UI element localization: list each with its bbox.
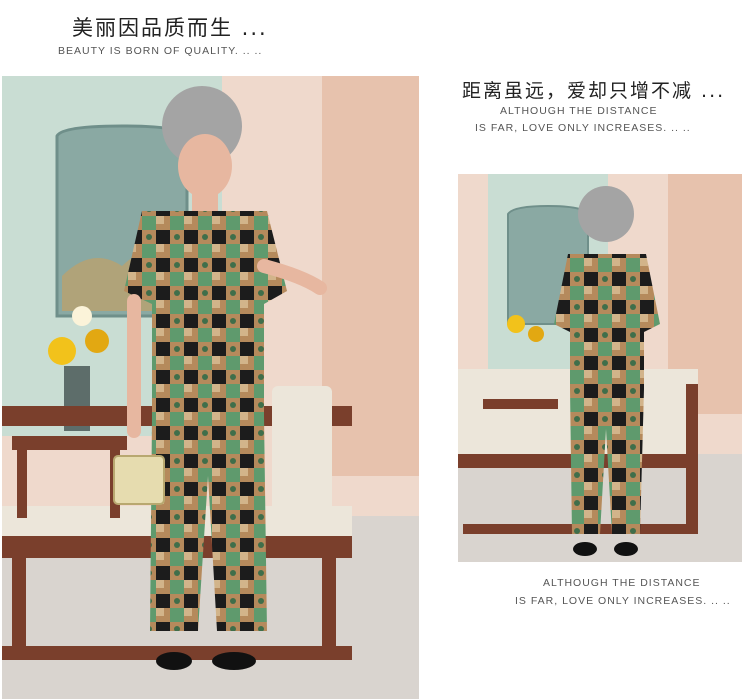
caption-headline: 距离虽远，爱却只增不减 ... (462, 80, 726, 102)
page-headline: 美丽因品质而生 ... (72, 16, 268, 40)
product-photo-back (458, 174, 742, 562)
caption-line-1: ALTHOUGH THE DISTANCE (500, 105, 658, 117)
bottom-caption-line-2: IS FAR, LOVE ONLY INCREASES. .. .. (515, 595, 731, 607)
page-subtitle: BEAUTY IS BORN OF QUALITY. .. .. (58, 45, 263, 57)
bottom-caption-line-1: ALTHOUGH THE DISTANCE (543, 577, 701, 589)
caption-line-2: IS FAR, LOVE ONLY INCREASES. .. .. (475, 122, 691, 134)
product-photo-front (2, 76, 419, 699)
